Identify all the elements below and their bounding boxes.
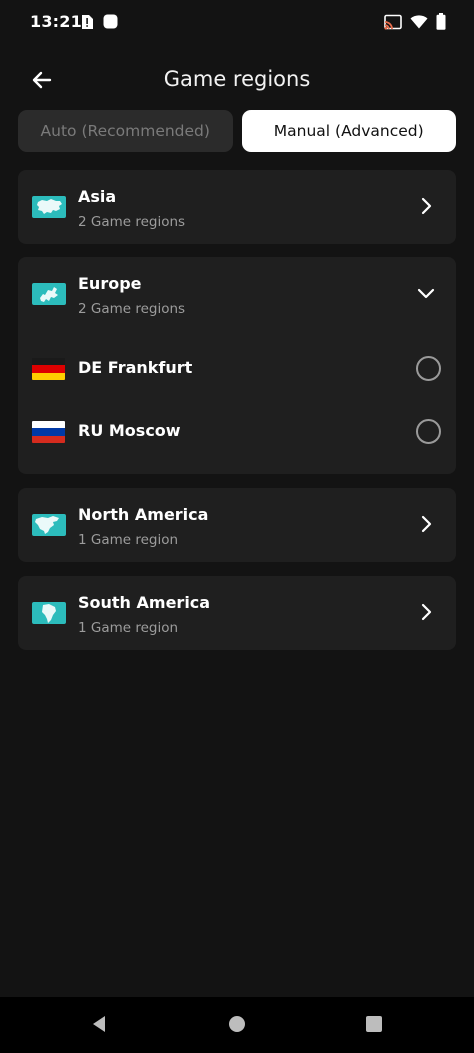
region-row-north-america[interactable]: North America 1 Game region — [18, 488, 456, 562]
north-america-map-icon — [32, 514, 66, 536]
back-triangle-icon — [93, 1016, 105, 1032]
nav-home-button[interactable] — [228, 1015, 246, 1037]
region-card-south-america: South America 1 Game region — [18, 576, 456, 650]
asia-map-icon — [32, 196, 66, 218]
europe-map-icon — [32, 283, 66, 305]
system-nav-bar — [0, 997, 474, 1053]
south-america-map-icon — [32, 602, 66, 624]
tab-auto-recommended[interactable]: Auto (Recommended) — [18, 110, 233, 152]
tab-manual-advanced[interactable]: Manual (Advanced) — [241, 110, 456, 152]
battery-icon — [436, 13, 446, 30]
region-name: South America — [78, 593, 211, 612]
region-count: 2 Game regions — [78, 214, 186, 230]
home-circle-icon — [229, 1016, 245, 1032]
cast-icon — [384, 14, 402, 29]
chevron-right-icon — [421, 515, 432, 533]
server-name: DE Frankfurt — [78, 358, 193, 377]
server-name: RU Moscow — [78, 421, 181, 440]
region-row-europe[interactable]: Europe 2 Game regions — [18, 257, 456, 331]
server-radio-button[interactable] — [416, 419, 441, 444]
chevron-right-icon — [421, 197, 432, 215]
nav-recents-button[interactable] — [365, 1015, 383, 1037]
chevron-down-icon — [417, 288, 435, 299]
region-name: North America — [78, 505, 209, 524]
server-radio-button[interactable] — [416, 356, 441, 381]
alert-card-icon — [82, 15, 93, 29]
region-name: Asia — [78, 187, 117, 206]
wifi-icon — [410, 14, 428, 28]
status-bar: 13:21 — [0, 0, 474, 46]
region-card-north-america: North America 1 Game region — [18, 488, 456, 562]
region-row-asia[interactable]: Asia 2 Game regions — [18, 170, 456, 244]
app-header: Game regions — [0, 56, 474, 104]
region-card-europe: Europe 2 Game regions DE Frankfurt RU Mo… — [18, 257, 456, 474]
mode-tabs: Auto (Recommended) Manual (Advanced) — [18, 110, 456, 152]
chevron-right-icon — [421, 603, 432, 621]
region-card-asia: Asia 2 Game regions — [18, 170, 456, 244]
region-count: 1 Game region — [78, 532, 179, 548]
region-count: 2 Game regions — [78, 301, 186, 317]
status-time: 13:21 — [30, 12, 82, 31]
region-name: Europe — [78, 274, 142, 293]
notification-square-icon — [103, 14, 118, 29]
server-row-ru-moscow[interactable]: RU Moscow — [18, 403, 456, 459]
nav-back-button[interactable] — [90, 1015, 108, 1037]
recents-square-icon — [366, 1016, 382, 1032]
region-row-south-america[interactable]: South America 1 Game region — [18, 576, 456, 650]
region-count: 1 Game region — [78, 620, 179, 636]
page-title: Game regions — [163, 67, 311, 91]
server-row-de-frankfurt[interactable]: DE Frankfurt — [18, 340, 456, 396]
russia-flag-icon — [32, 421, 65, 443]
germany-flag-icon — [32, 358, 65, 380]
